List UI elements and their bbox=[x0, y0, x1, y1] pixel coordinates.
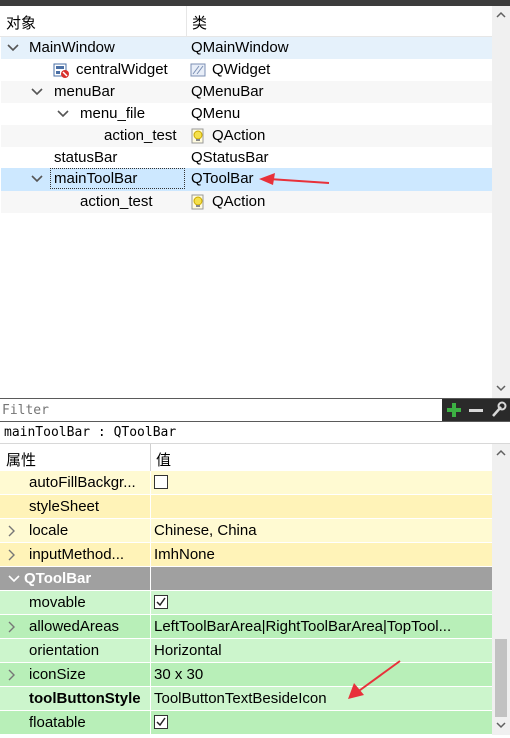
property-value[interactable]: ToolButtonTextBesideIcon bbox=[154, 690, 327, 707]
property-name: toolButtonStyle bbox=[29, 690, 141, 707]
property-editor-header[interactable]: 属性 值 bbox=[0, 444, 492, 471]
property-row-iconsize[interactable]: iconSize 30 x 30 bbox=[0, 663, 492, 687]
group-title: QToolBar bbox=[24, 570, 92, 587]
property-value[interactable]: LeftToolBarArea|RightToolBarArea|TopTool… bbox=[154, 618, 451, 635]
property-row-toolbuttonstyle[interactable]: toolButtonStyle ToolButtonTextBesideIcon bbox=[0, 687, 492, 711]
object-name: action_test bbox=[80, 193, 153, 210]
tree-row-statusbar[interactable]: statusBar QStatusBar bbox=[1, 147, 492, 169]
chevron-down-icon[interactable] bbox=[30, 170, 44, 186]
object-inspector-header[interactable]: 对象 类 bbox=[0, 6, 492, 37]
chevron-right-icon[interactable] bbox=[7, 620, 17, 638]
property-row-floatable[interactable]: floatable bbox=[0, 711, 492, 735]
chevron-down-icon[interactable] bbox=[30, 83, 44, 99]
chevron-down-icon[interactable] bbox=[56, 105, 70, 121]
annotation-arrow-icon bbox=[259, 173, 330, 185]
property-value[interactable]: 30 x 30 bbox=[154, 666, 203, 683]
object-name: menuBar bbox=[54, 83, 115, 100]
checkbox-unchecked[interactable] bbox=[154, 475, 168, 489]
header-object[interactable]: 对象 bbox=[6, 12, 36, 33]
scroll-up-icon[interactable] bbox=[492, 444, 510, 461]
object-class: QStatusBar bbox=[191, 149, 269, 166]
object-name: statusBar bbox=[54, 149, 118, 166]
checkbox-checked[interactable] bbox=[154, 715, 168, 729]
property-name: orientation bbox=[29, 642, 100, 659]
checkbox-checked[interactable] bbox=[154, 595, 168, 609]
property-editor-object-label: mainToolBar : QToolBar bbox=[0, 422, 510, 444]
header-property[interactable]: 属性 bbox=[6, 449, 36, 470]
remove-icon[interactable] bbox=[467, 401, 485, 419]
scrollbar-track[interactable] bbox=[495, 24, 507, 380]
object-name: menu_file bbox=[80, 105, 146, 122]
action-icon bbox=[190, 128, 206, 144]
property-name: locale bbox=[29, 522, 69, 539]
vertical-scrollbar[interactable] bbox=[492, 6, 510, 398]
property-name: autoFillBackgr... bbox=[29, 474, 136, 491]
filter-bar bbox=[0, 398, 510, 422]
action-icon bbox=[190, 194, 206, 210]
chevron-right-icon[interactable] bbox=[7, 668, 17, 686]
tree-row-action-test[interactable]: action_test QAction bbox=[1, 125, 492, 147]
scroll-down-icon[interactable] bbox=[492, 380, 510, 397]
header-class[interactable]: 类 bbox=[192, 12, 207, 33]
property-row-allowedareas[interactable]: allowedAreas LeftToolBarArea|RightToolBa… bbox=[0, 615, 492, 639]
property-name: inputMethod... bbox=[29, 546, 125, 563]
scroll-up-icon[interactable] bbox=[492, 6, 510, 23]
tree-row-mainwindow[interactable]: MainWindow QMainWindow bbox=[1, 37, 492, 59]
property-row-stylesheet[interactable]: styleSheet bbox=[0, 495, 492, 519]
scroll-down-icon[interactable] bbox=[492, 717, 510, 734]
property-value[interactable]: Chinese, China bbox=[154, 522, 257, 539]
object-name: centralWidget bbox=[76, 61, 168, 78]
object-name: mainToolBar bbox=[54, 170, 138, 187]
header-divider bbox=[150, 444, 151, 471]
header-value[interactable]: 值 bbox=[156, 449, 171, 470]
tree-row-centralwidget[interactable]: centralWidget QWidget bbox=[1, 59, 492, 81]
filter-input[interactable] bbox=[2, 401, 440, 419]
property-name: movable bbox=[29, 594, 86, 611]
property-name: allowedAreas bbox=[29, 618, 120, 635]
object-class: QMenuBar bbox=[191, 83, 264, 100]
property-name: floatable bbox=[29, 714, 86, 731]
vertical-scrollbar[interactable] bbox=[492, 444, 510, 735]
header-divider bbox=[186, 6, 187, 36]
property-name: styleSheet bbox=[29, 498, 100, 515]
object-name: MainWindow bbox=[29, 39, 115, 56]
object-name: action_test bbox=[104, 127, 177, 144]
chevron-right-icon[interactable] bbox=[7, 548, 17, 566]
annotation-arrow-icon bbox=[348, 660, 401, 699]
tree-row-menubar[interactable]: menuBar QMenuBar bbox=[1, 81, 492, 103]
property-value[interactable]: ImhNone bbox=[154, 546, 215, 563]
property-row-locale[interactable]: locale Chinese, China bbox=[0, 519, 492, 543]
widget-icon bbox=[190, 62, 206, 78]
tree-row-action-test-2[interactable]: action_test QAction bbox=[1, 191, 492, 213]
property-value[interactable]: Horizontal bbox=[154, 642, 222, 659]
property-row-movable[interactable]: movable bbox=[0, 591, 492, 615]
object-class: QMainWindow bbox=[191, 39, 289, 56]
object-class: QMenu bbox=[191, 105, 241, 122]
property-row-autofillbackground[interactable]: autoFillBackgr... bbox=[0, 471, 492, 495]
object-class: QWidget bbox=[212, 61, 271, 78]
property-row-orientation[interactable]: orientation Horizontal bbox=[0, 639, 492, 663]
property-group-qtoolbar[interactable]: QToolBar bbox=[0, 567, 492, 591]
wrench-icon[interactable] bbox=[489, 401, 507, 419]
add-icon[interactable] bbox=[445, 401, 463, 419]
chevron-down-icon[interactable] bbox=[7, 572, 21, 590]
chevron-right-icon[interactable] bbox=[7, 524, 17, 542]
property-row-inputmethodhints[interactable]: inputMethod... ImhNone bbox=[0, 543, 492, 567]
property-name: iconSize bbox=[29, 666, 86, 683]
chevron-down-icon[interactable] bbox=[6, 39, 20, 55]
filter-buttons bbox=[442, 399, 510, 421]
tree-row-menu-file[interactable]: menu_file QMenu bbox=[1, 103, 492, 125]
object-class: QToolBar bbox=[191, 170, 254, 187]
object-class: QAction bbox=[212, 193, 266, 210]
scrollbar-thumb[interactable] bbox=[495, 639, 507, 717]
tree-row-maintoolbar[interactable]: mainToolBar QToolBar bbox=[1, 168, 492, 191]
object-class: QAction bbox=[212, 127, 266, 144]
layout-broken-icon bbox=[53, 62, 69, 78]
